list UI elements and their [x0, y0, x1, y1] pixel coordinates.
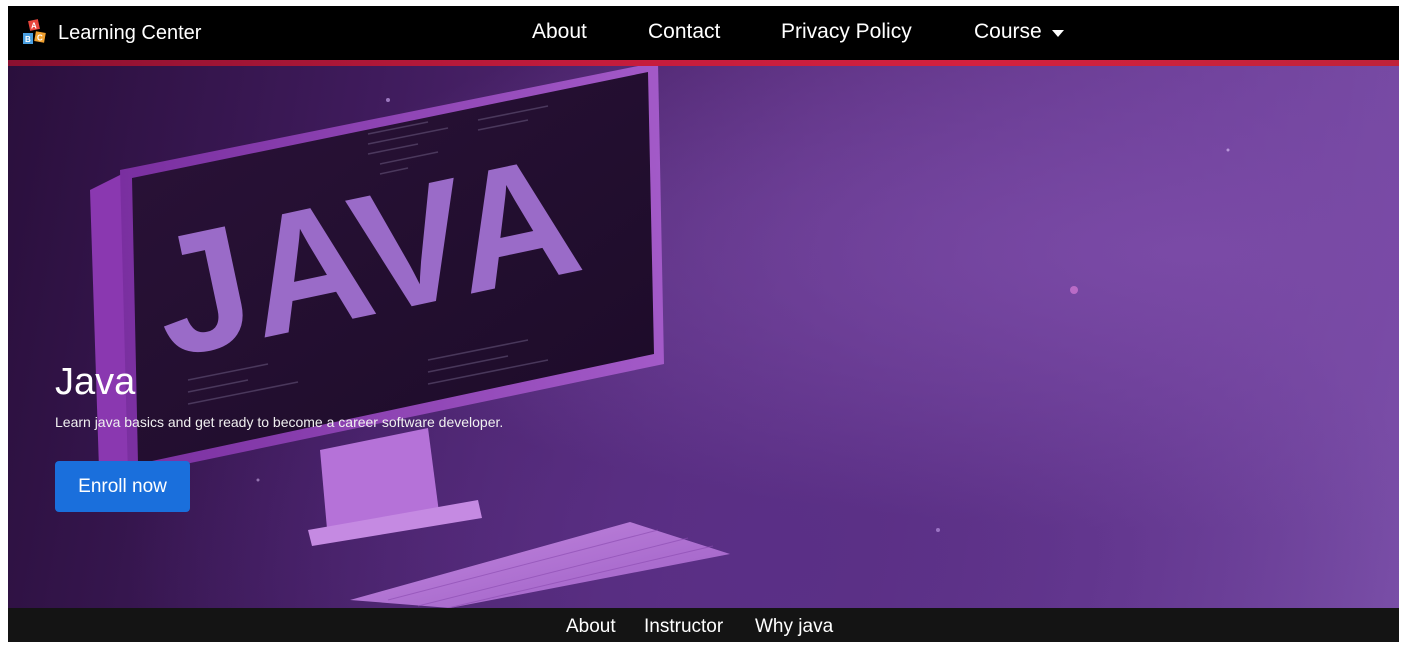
abc-blocks-icon: A B C — [23, 19, 46, 44]
section-subnav: About Instructor Why java — [8, 608, 1399, 642]
brand-name: Learning Center — [58, 21, 202, 44]
nav-link-contact[interactable]: Contact — [648, 20, 720, 44]
subnav-link-why-java[interactable]: Why java — [755, 616, 833, 638]
java-monitor-illustration: JAVA — [90, 62, 1230, 608]
hero-caption: Java Learn java basics and get ready to … — [55, 360, 503, 430]
hero-title: Java — [55, 361, 136, 403]
top-navbar: A B C Learning Center About Contact Priv… — [8, 6, 1399, 60]
hero-carousel-slide: JAVA Java Learn java basics and get read… — [8, 60, 1399, 608]
svg-text:B: B — [25, 35, 31, 44]
nav-dropdown-course-label: Course — [974, 20, 1042, 43]
subnav-link-instructor[interactable]: Instructor — [644, 616, 723, 638]
page-frame: A B C Learning Center About Contact Priv… — [8, 6, 1399, 642]
nav-link-about[interactable]: About — [532, 20, 587, 44]
caret-down-icon — [1051, 29, 1064, 37]
hero-accent-bar — [8, 60, 1399, 66]
svg-text:A: A — [31, 22, 37, 31]
brand-link[interactable]: A B C Learning Center — [20, 18, 201, 48]
enroll-now-button[interactable]: Enroll now — [55, 461, 190, 512]
subnav-link-about[interactable]: About — [566, 616, 616, 638]
nav-dropdown-course[interactable]: Course — [974, 20, 1064, 44]
svg-text:C: C — [37, 34, 43, 43]
nav-link-privacy-policy[interactable]: Privacy Policy — [781, 20, 912, 44]
hero-subtitle: Learn java basics and get ready to becom… — [55, 414, 504, 430]
